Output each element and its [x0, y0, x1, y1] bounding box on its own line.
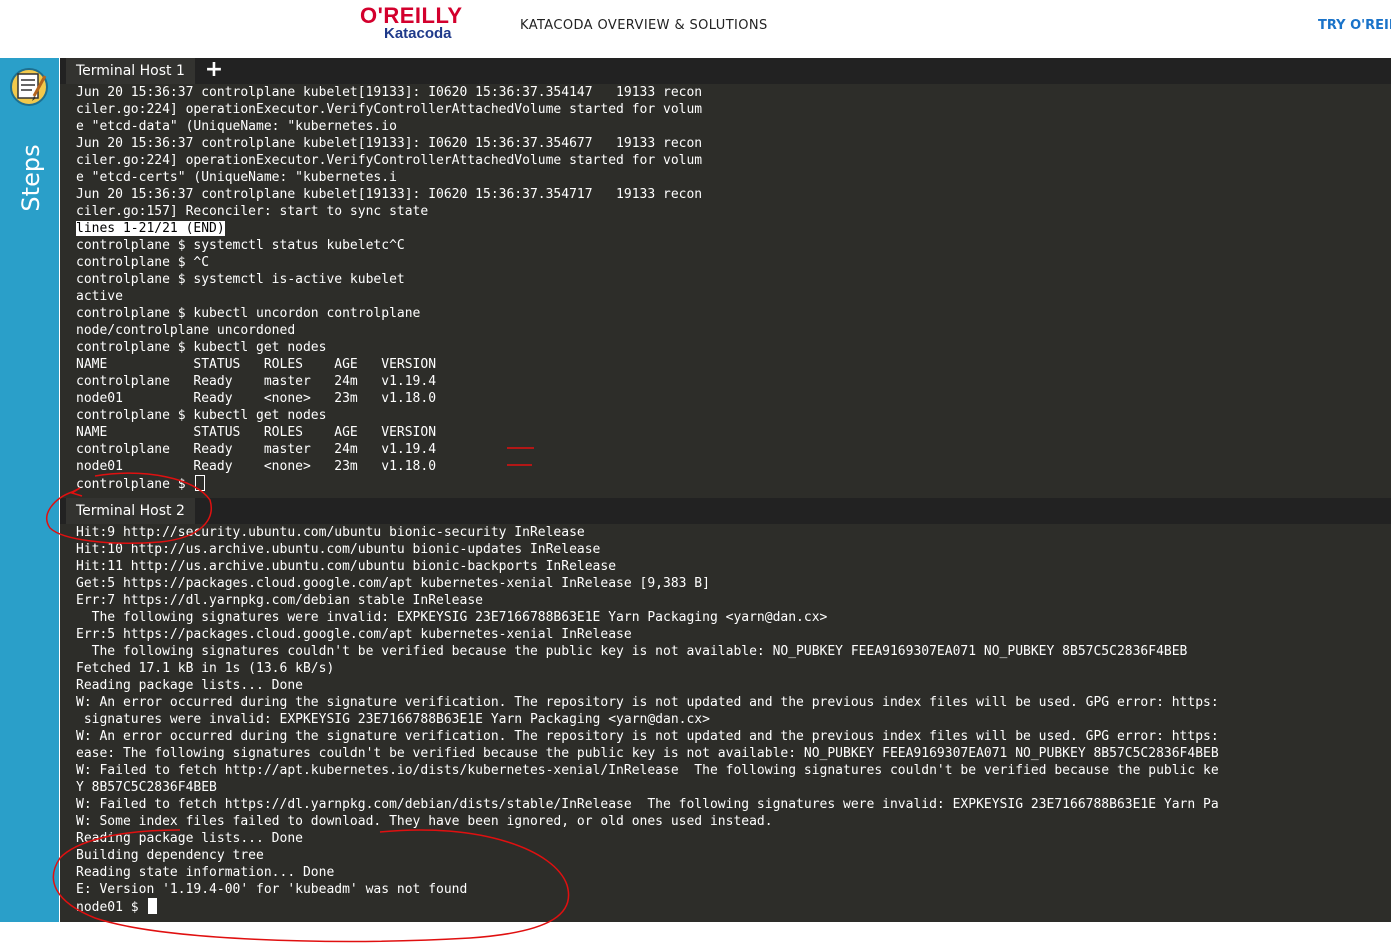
- terminal-line: controlplane $ kubectl uncordon controlp…: [76, 306, 421, 321]
- pager-status: lines 1-21/21 (END): [76, 221, 225, 236]
- terminal-line: Get:5 https://packages.cloud.google.com/…: [76, 576, 710, 591]
- terminal-line: node/controlplane uncordoned: [76, 323, 296, 338]
- terminal-line: signatures were invalid: EXPKEYSIG 23E71…: [76, 712, 710, 727]
- terminal-line: controlplane $ kubectl get nodes: [76, 340, 327, 355]
- steps-sidebar[interactable]: Steps: [0, 58, 59, 922]
- terminal-line: Hit:11 http://us.archive.ubuntu.com/ubun…: [76, 559, 617, 574]
- terminal-line: active: [76, 289, 123, 304]
- terminal-prompt: controlplane $: [76, 477, 194, 492]
- terminal-line: W: Some index files failed to download. …: [76, 814, 773, 829]
- terminal1-output[interactable]: Jun 20 15:36:37 controlplane kubelet[191…: [76, 84, 702, 493]
- terminal-line: W: Failed to fetch https://dl.yarnpkg.co…: [76, 797, 1219, 812]
- steps-label: Steps: [17, 144, 45, 212]
- terminal-line: The following signatures were invalid: E…: [76, 610, 828, 625]
- terminal-line: controlplane Ready master 24m v1.19.4: [76, 442, 437, 457]
- terminal-line: Hit:10 http://us.archive.ubuntu.com/ubun…: [76, 542, 601, 557]
- terminal-cursor[interactable]: [195, 475, 206, 491]
- steps-notepad-icon: [10, 68, 48, 106]
- terminal-line: The following signatures couldn't be ver…: [76, 644, 1188, 659]
- terminal-line: controlplane $ systemctl status kubeletc…: [76, 238, 405, 253]
- terminal-area[interactable]: Terminal Host 1 + Jun 20 15:36:37 contro…: [60, 58, 1391, 922]
- terminal-line: controlplane $ systemctl is-active kubel…: [76, 272, 405, 287]
- terminal-line: node01 Ready <none> 23m v1.18.0: [76, 391, 437, 406]
- terminal-line: controlplane Ready master 24m v1.19.4: [76, 374, 437, 389]
- terminal-prompt: node01 $: [76, 900, 147, 915]
- terminal1-tabbar: Terminal Host 1 +: [60, 58, 1391, 84]
- terminal-line: Y 8B57C5C2836F4BEB: [76, 780, 217, 795]
- terminal-line: W: An error occurred during the signatur…: [76, 729, 1219, 744]
- terminal-line: ciler.go:224] operationExecutor.VerifyCo…: [76, 153, 703, 168]
- nav-overview-link[interactable]: KATACODA OVERVIEW & SOLUTIONS: [520, 18, 768, 33]
- terminal-line: W: Failed to fetch http://apt.kubernetes…: [76, 763, 1219, 778]
- terminal-line: e "etcd-data" (UniqueName: "kubernetes.i…: [76, 119, 397, 134]
- terminal-line: Jun 20 15:36:37 controlplane kubelet[191…: [76, 187, 703, 202]
- terminal-line: Reading package lists... Done: [76, 678, 303, 693]
- terminal-line: Jun 20 15:36:37 controlplane kubelet[191…: [76, 136, 703, 151]
- terminal-line: node01 Ready <none> 23m v1.18.0: [76, 459, 437, 474]
- terminal-line: ciler.go:157] Reconciler: start to sync …: [76, 204, 429, 219]
- terminal-line: ciler.go:224] operationExecutor.VerifyCo…: [76, 102, 703, 117]
- terminal-line: Reading package lists... Done: [76, 831, 303, 846]
- top-navbar: O'REILLY Katacoda KATACODA OVERVIEW & SO…: [0, 0, 1391, 58]
- terminal-line: Err:7 https://dl.yarnpkg.com/debian stab…: [76, 593, 483, 608]
- terminal-line: Err:5 https://packages.cloud.google.com/…: [76, 627, 632, 642]
- terminal-line: NAME STATUS ROLES AGE VERSION: [76, 425, 437, 440]
- terminal-line: E: Version '1.19.4-00' for 'kubeadm' was…: [76, 882, 468, 897]
- logo-sub-text: Katacoda: [384, 25, 452, 42]
- terminal2-tabbar: Terminal Host 2: [60, 498, 1391, 524]
- terminal2-output[interactable]: Hit:9 http://security.ubuntu.com/ubuntu …: [76, 524, 1219, 916]
- terminal-line: Hit:9 http://security.ubuntu.com/ubuntu …: [76, 525, 585, 540]
- terminal-line: Jun 20 15:36:37 controlplane kubelet[191…: [76, 85, 703, 100]
- terminal-cursor[interactable]: [148, 898, 158, 914]
- tab-terminal-host-2[interactable]: Terminal Host 2: [66, 498, 195, 524]
- terminal-line: Building dependency tree: [76, 848, 264, 863]
- terminal-line: ease: The following signatures couldn't …: [76, 746, 1219, 761]
- tab-terminal-host-1[interactable]: Terminal Host 1: [66, 58, 195, 84]
- terminal-line: NAME STATUS ROLES AGE VERSION: [76, 357, 437, 372]
- plus-icon[interactable]: +: [203, 58, 225, 84]
- oreilly-katacoda-logo[interactable]: O'REILLY Katacoda: [360, 4, 472, 44]
- terminal-line: W: An error occurred during the signatur…: [76, 695, 1219, 710]
- terminal-line: e "etcd-certs" (UniqueName: "kubernetes.…: [76, 170, 397, 185]
- terminal-line: Reading state information... Done: [76, 865, 335, 880]
- terminal-line: controlplane $ ^C: [76, 255, 210, 270]
- terminal-line: Fetched 17.1 kB in 1s (13.6 kB/s): [76, 661, 335, 676]
- terminal-line: controlplane $ kubectl get nodes: [76, 408, 327, 423]
- try-oreilly-link[interactable]: TRY O'REIL: [1318, 18, 1391, 33]
